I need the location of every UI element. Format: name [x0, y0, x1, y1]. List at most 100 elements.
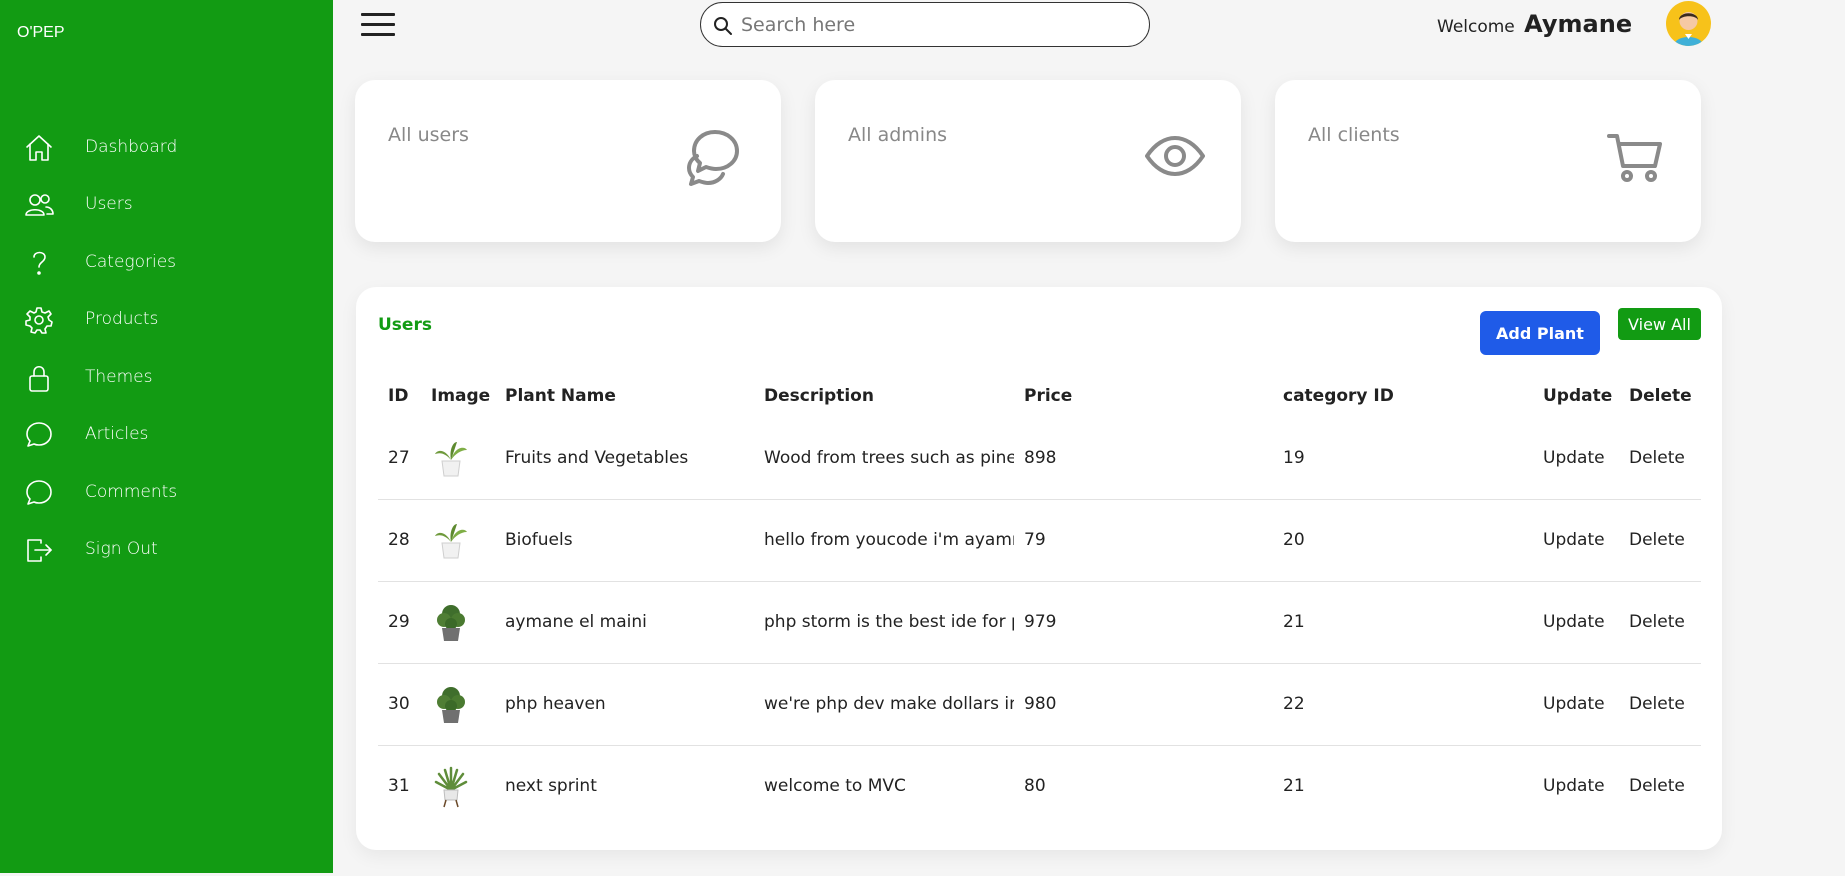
welcome-message: Welcome Aymane — [1437, 10, 1632, 38]
cell-description: we're php dev make dollars in — [754, 663, 1014, 746]
cell-category-id: 19 — [1273, 417, 1533, 500]
table-row: 28 Biofuels hello from youcode i'm ayamr… — [378, 499, 1701, 582]
menu-toggle-button[interactable] — [361, 13, 395, 37]
sidebar-item-label: Products — [85, 309, 159, 329]
sidebar-item-themes[interactable]: Themes — [0, 349, 333, 405]
card-label: All users — [388, 124, 469, 146]
sidebar-item-users[interactable]: Users — [0, 176, 333, 232]
question-icon — [24, 248, 54, 278]
plant-image — [435, 441, 467, 477]
cell-image — [421, 499, 495, 582]
sidebar-item-label: Dashboard — [85, 137, 178, 157]
description-text: Wood from trees such as pine — [764, 447, 1014, 468]
sidebar-item-label: Articles — [85, 424, 149, 444]
update-link[interactable]: Update — [1533, 581, 1619, 664]
column-header-price: Price — [1024, 386, 1073, 406]
sidebar-item-comments[interactable]: Comments — [0, 464, 333, 520]
cell-description: hello from youcode i'm ayamr — [754, 499, 1014, 582]
cell-category-id: 21 — [1273, 581, 1533, 664]
cell-description: welcome to MVC — [754, 745, 1014, 827]
card-label: All clients — [1308, 124, 1400, 146]
update-link[interactable]: Update — [1533, 745, 1619, 827]
sidebar-item-label: Themes — [85, 367, 153, 387]
description-text: welcome to MVC — [764, 776, 906, 797]
cell-id: 31 — [388, 776, 410, 797]
search-icon — [714, 17, 732, 35]
plants-table: ID Image Plant Name Description Price ca… — [378, 375, 1701, 827]
topbar: Welcome Aymane — [333, 0, 1845, 60]
description-text: hello from youcode i'm ayamr — [764, 530, 1014, 550]
card-all-admins[interactable]: All admins — [815, 80, 1241, 242]
sidebar: O'PEP Dashboard Users Categories Product… — [0, 0, 333, 873]
delete-link[interactable]: Delete — [1619, 663, 1701, 746]
cell-description: php storm is the best ide for p — [754, 581, 1014, 664]
sidebar-item-sign-out[interactable]: Sign Out — [0, 521, 333, 577]
cell-price: 79 — [1014, 499, 1273, 582]
brand-logo: O'PEP — [17, 24, 65, 41]
view-all-button[interactable]: View All — [1618, 308, 1701, 340]
delete-link[interactable]: Delete — [1619, 745, 1701, 827]
column-header-category-id: category ID — [1283, 386, 1394, 406]
update-link[interactable]: Update — [1533, 417, 1619, 500]
hamburger-icon — [361, 13, 395, 16]
table-row: 29 aymane el maini php storm is the best… — [378, 581, 1701, 664]
cell-image — [421, 745, 495, 827]
sidebar-item-label: Categories — [85, 252, 177, 272]
sidebar-item-categories[interactable]: Categories — [0, 234, 333, 290]
search-bar — [700, 2, 1150, 47]
plant-image — [435, 524, 467, 559]
cell-id: 27 — [378, 417, 421, 500]
home-icon — [24, 133, 54, 163]
sidebar-item-dashboard[interactable]: Dashboard — [0, 119, 333, 175]
plant-image — [437, 605, 465, 641]
panel-title: Users — [378, 315, 432, 335]
description-text: we're php dev make dollars in — [764, 694, 1014, 714]
sidebar-item-label: Sign Out — [85, 539, 158, 559]
update-link[interactable]: Update — [1533, 663, 1619, 746]
search-input[interactable] — [741, 9, 1136, 41]
cell-category-id: 20 — [1273, 499, 1533, 582]
delete-link[interactable]: Delete — [1619, 581, 1701, 664]
plant-image — [434, 767, 468, 808]
description-text: php storm is the best ide for p — [764, 612, 1014, 632]
cell-description: Wood from trees such as pine — [754, 417, 1014, 500]
update-link[interactable]: Update — [1533, 499, 1619, 582]
lock-icon — [24, 363, 54, 393]
column-header-plant-name: Plant Name — [505, 386, 616, 406]
chatbubbles-icon — [685, 126, 745, 186]
eye-icon — [1145, 126, 1205, 186]
sidebar-item-label: Users — [85, 194, 133, 214]
cell-id: 28 — [378, 499, 421, 582]
table-row: 31 next sprint welcome to MVC 80 21 Upda… — [378, 745, 1701, 827]
cell-id: 29 — [378, 581, 421, 664]
card-all-clients[interactable]: All clients — [1275, 80, 1701, 242]
cell-image — [421, 663, 495, 746]
delete-link[interactable]: Delete — [1619, 499, 1701, 582]
sign-out-icon — [24, 535, 54, 565]
cell-id: 30 — [378, 663, 421, 746]
cell-image — [421, 417, 495, 500]
chat-icon — [24, 420, 54, 450]
card-label: All admins — [848, 124, 948, 146]
column-header-id: ID — [388, 386, 409, 406]
cell-price: 980 — [1014, 663, 1273, 746]
card-all-users[interactable]: All users — [355, 80, 781, 242]
cell-plant-name: Fruits and Vegetables — [495, 417, 754, 500]
user-avatar-icon — [1674, 12, 1703, 46]
table-header-row: ID Image Plant Name Description Price ca… — [378, 375, 1701, 417]
cell-price: 979 — [1014, 581, 1273, 664]
sidebar-item-articles[interactable]: Articles — [0, 406, 333, 462]
delete-link[interactable]: Delete — [1619, 417, 1701, 500]
gear-icon — [24, 305, 54, 335]
users-panel: Users Add Plant View All ID Image Plant … — [356, 287, 1722, 850]
avatar[interactable] — [1666, 1, 1711, 46]
column-header-description: Description — [764, 386, 874, 406]
cell-price: 898 — [1014, 417, 1273, 500]
cell-plant-name: Biofuels — [495, 499, 754, 582]
sidebar-item-products[interactable]: Products — [0, 291, 333, 347]
add-plant-button[interactable]: Add Plant — [1480, 311, 1600, 355]
column-header-image: Image — [431, 386, 491, 406]
cell-category-id: 21 — [1283, 776, 1305, 797]
table-row: 30 php heaven we're php dev make dollars… — [378, 663, 1701, 746]
cell-price: 80 — [1024, 776, 1046, 797]
